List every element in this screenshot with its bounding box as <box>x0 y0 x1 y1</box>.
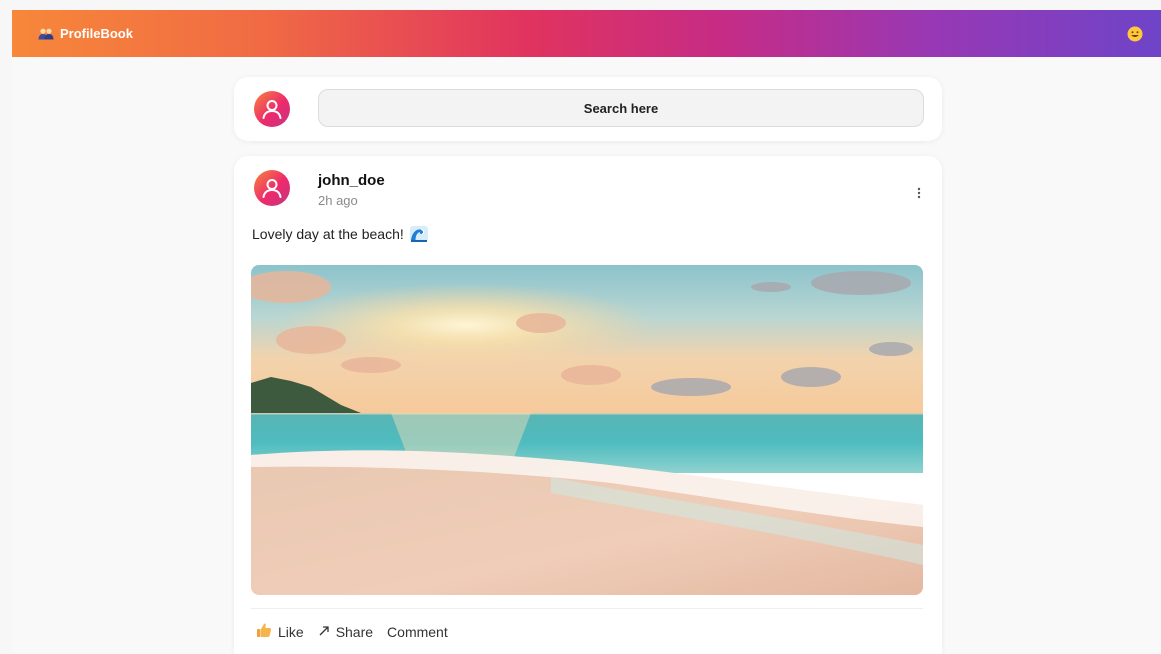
people-icon <box>38 28 54 40</box>
post-image[interactable] <box>251 265 923 595</box>
actions-divider <box>251 608 923 609</box>
smiley-face-icon[interactable] <box>1126 25 1144 43</box>
post-username[interactable]: john_doe <box>318 172 385 189</box>
navbar: ProfileBook <box>12 10 1161 57</box>
post-actions: Like Share Comment <box>256 622 448 641</box>
comment-button[interactable]: Comment <box>387 624 448 640</box>
post-caption: Lovely day at the beach! <box>252 226 428 242</box>
share-button[interactable]: Share <box>318 624 373 640</box>
post-timestamp: 2h ago <box>318 193 358 208</box>
post-author-avatar-icon[interactable] <box>254 170 290 206</box>
post-card: john_doe 2h ago Lovely day at the beach! <box>234 156 942 654</box>
like-label: Like <box>278 623 304 640</box>
search-card <box>234 77 942 141</box>
user-avatar-icon[interactable] <box>254 91 290 127</box>
more-options-icon[interactable] <box>914 184 924 202</box>
brand-label: ProfileBook <box>60 26 133 41</box>
like-button[interactable]: Like <box>256 622 304 641</box>
comment-label: Comment <box>387 623 448 640</box>
app-frame: ProfileBook john_doe 2h <box>12 10 1161 654</box>
post-caption-text: Lovely day at the beach! <box>252 226 404 242</box>
wave-icon <box>409 226 428 242</box>
thumbs-up-icon <box>256 622 272 641</box>
share-label: Share <box>335 623 374 640</box>
brand[interactable]: ProfileBook <box>38 26 133 41</box>
share-arrow-icon <box>318 624 330 640</box>
search-input[interactable] <box>318 89 924 127</box>
